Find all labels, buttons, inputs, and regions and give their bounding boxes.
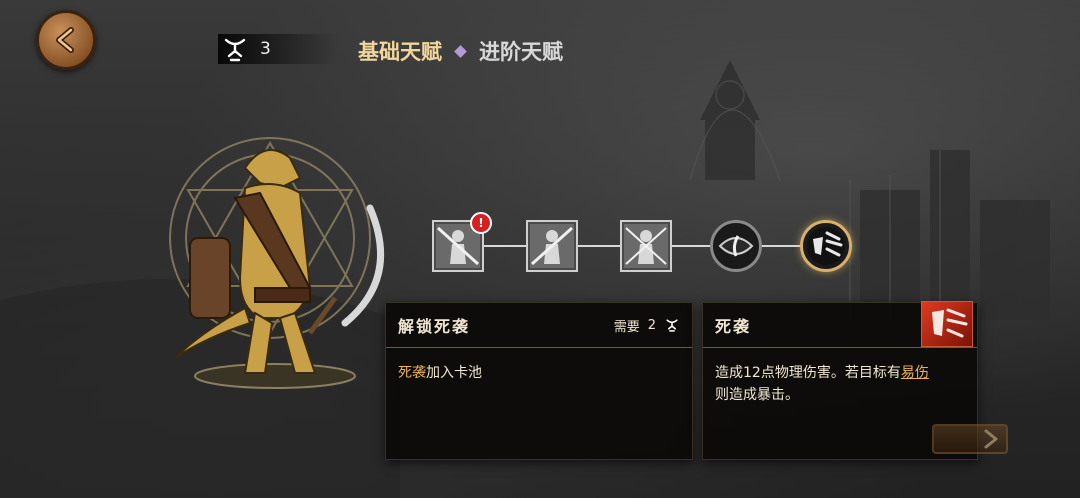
character-portrait: [169, 137, 385, 389]
card-art-icon: [921, 301, 973, 347]
unlock-card-name: 死袭: [398, 365, 426, 381]
unlock-panel-description: 死袭加入卡池: [386, 348, 692, 398]
talent-node-1[interactable]: !: [432, 212, 492, 272]
vulnerable-keyword-link[interactable]: 易伤: [901, 365, 929, 381]
new-talent-alert-icon: !: [470, 212, 492, 234]
talent-rune-icon: [224, 38, 246, 62]
death-strike-icon: [807, 227, 845, 265]
character-silhouette-icon: [530, 224, 574, 268]
tab-separator-diamond-icon: [454, 44, 467, 58]
card-description-text-2: 则造成暴击。: [715, 387, 799, 403]
unlock-description-text: 加入卡池: [426, 365, 482, 381]
card-title: 死袭: [715, 317, 752, 336]
talent-tabs: 基础天赋 进阶天赋: [358, 36, 563, 66]
talent-points-counter: 3: [218, 34, 338, 64]
unlock-panel-header: 解锁死袭 需要 2: [386, 303, 692, 348]
back-arrow-icon: [56, 27, 74, 53]
talent-track: !: [430, 212, 870, 278]
talent-node-5[interactable]: [800, 220, 852, 272]
talent-rune-icon: [666, 319, 678, 332]
requirement-value: 2: [647, 317, 656, 333]
card-description: 造成12点物理伤害。若目标有易伤 则造成暴击。: [703, 348, 977, 420]
tab-advanced-talent[interactable]: 进阶天赋: [479, 36, 563, 66]
character-silhouette-icon: [624, 224, 668, 268]
unlock-requirement: 需要 2: [614, 316, 680, 335]
talent-node-2[interactable]: [526, 220, 578, 272]
talent-points-value: 3: [260, 39, 271, 59]
talent-node-3[interactable]: [620, 220, 672, 272]
requirement-label: 需要: [613, 319, 640, 335]
card-description-text-1: 造成12点物理伤害。若目标有: [715, 365, 901, 381]
talent-node-4[interactable]: [710, 220, 762, 272]
unlock-panel-title: 解锁死袭: [398, 317, 471, 336]
eye-icon: [718, 235, 754, 257]
next-button[interactable]: [932, 424, 1008, 454]
chevron-right-icon: [984, 429, 998, 449]
back-button[interactable]: [36, 10, 96, 70]
tab-basic-talent[interactable]: 基础天赋: [358, 36, 442, 66]
unlock-talent-panel: 解锁死袭 需要 2 死袭加入卡池: [385, 302, 693, 460]
